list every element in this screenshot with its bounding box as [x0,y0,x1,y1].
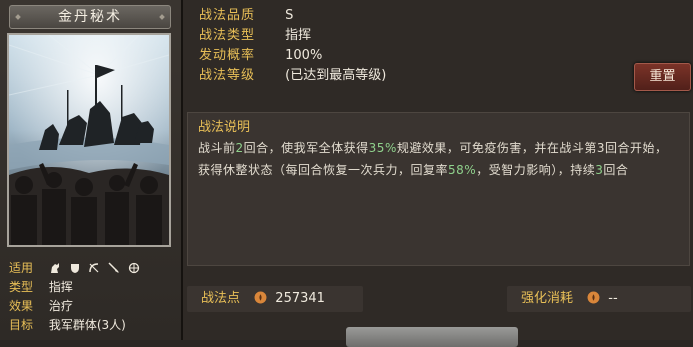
attr-row-target: 目标 我军群体(3人) [9,316,179,335]
points-label: 战法点 [201,291,241,306]
upgrade-cost: 强化消耗 -- [507,286,691,312]
attr-value-type: 指挥 [48,280,73,294]
tactic-illustration [7,33,171,247]
description-box: 战法说明 战斗前2回合，使我军全体获得35%规避效果，可免疫伤害，并在战斗第3 回… [187,112,690,266]
coin-icon [587,291,600,304]
desc-segment: 回合 [603,163,629,177]
attr-key-type: 类型 [9,280,34,294]
cavalry-charge-illustration [9,35,169,245]
tactic-card-panel: 金丹秘术 适用 类型 指挥 效果 治疗 目标 我军群体(3人) [0,0,183,340]
desc-highlight: 35% [368,141,397,155]
rate-value: 100% [285,48,323,63]
coin-icon [254,291,267,304]
desc-segment: 规避效果，可免疫伤害，并在战斗第 [396,141,597,155]
type-label: 战法类型 [199,28,256,43]
archer-icon [89,263,99,273]
tactic-attributes: 适用 类型 指挥 效果 治疗 目标 我军群体(3人) [9,259,179,335]
tactic-name-plate: 金丹秘术 [9,5,171,29]
attr-value-target: 我军群体(3人) [48,318,126,332]
desc-segment: 回合，使我军全体获得 [243,141,369,155]
upgrade-cost-label: 强化消耗 [521,291,574,306]
quality-label: 战法品质 [199,8,256,23]
desc-highlight: 58% [448,163,477,177]
usage-row: 适用 [9,259,179,278]
description-text: 战斗前2回合，使我军全体获得35%规避效果，可免疫伤害，并在战斗第3回合开始，获… [198,137,679,181]
info-row-type: 战法类型 指挥 [199,26,386,46]
attr-key-target: 目标 [9,318,34,332]
tactic-detail-panel: 战法品质 S 战法类型 指挥 发动概率 100% 战法等级 (已达到最高等级) … [183,0,693,347]
info-row-quality: 战法品质 S [199,6,386,26]
info-row-rate: 发动概率 100% [199,46,386,66]
rate-label: 发动概率 [199,48,256,63]
points-value: 257341 [275,291,325,306]
upgrade-cost-value: -- [608,291,618,306]
desc-segment: 战斗前 [198,141,236,155]
level-value: (已达到最高等级) [285,68,387,83]
usage-label: 适用 [9,261,34,275]
reset-button[interactable]: 重置 [634,63,691,91]
attr-row-type: 类型 指挥 [9,278,179,297]
desc-segment: 3 [596,141,605,155]
type-value: 指挥 [285,28,312,43]
attr-value-effect: 治疗 [48,299,73,313]
desc-segment: ，受智力影响），持续 [476,163,596,177]
tactic-points: 战法点 257341 [187,286,363,312]
info-row-level: 战法等级 (已达到最高等级) [199,66,386,86]
quality-value: S [285,8,294,23]
spear-icon [108,262,120,273]
tactic-info: 战法品质 S 战法类型 指挥 发动概率 100% 战法等级 (已达到最高等级) [199,6,386,86]
level-label: 战法等级 [199,68,256,83]
bottom-action-button[interactable] [346,327,518,347]
attr-key-effect: 效果 [9,299,34,313]
cavalry-icon [50,263,59,273]
siege-icon [128,262,140,274]
description-title: 战法说明 [198,120,251,135]
desc-highlight: 2 [235,141,244,155]
shield-icon [70,264,79,273]
attr-row-effect: 效果 治疗 [9,297,179,316]
